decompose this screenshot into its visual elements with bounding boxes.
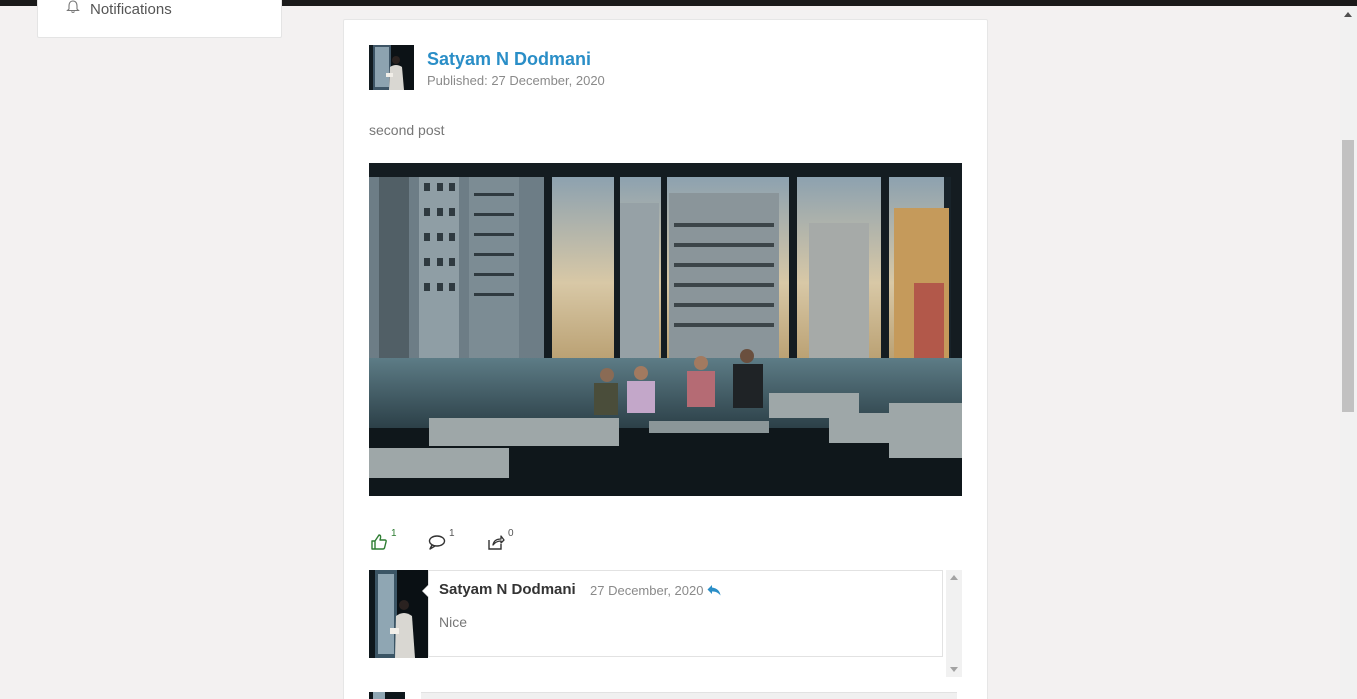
- like-count: 1: [391, 528, 397, 539]
- comment-date: 27 December, 2020: [590, 583, 704, 598]
- comment-icon: [428, 535, 446, 550]
- post-author-name[interactable]: Satyam N Dodmani: [427, 49, 591, 70]
- scroll-down-arrow-icon[interactable]: [950, 667, 958, 672]
- bell-icon: [66, 0, 80, 18]
- page-scrollbar[interactable]: [1340, 6, 1357, 699]
- comment-author-name[interactable]: Satyam N Dodmani: [439, 581, 576, 598]
- comments-scrollbar[interactable]: [946, 570, 962, 677]
- sidebar-item-label: Notifications: [90, 0, 172, 18]
- post-published-date: Published: 27 December, 2020: [427, 73, 605, 88]
- post-card: Satyam N Dodmani Published: 27 December,…: [343, 19, 988, 699]
- thumbs-up-icon: [371, 534, 387, 550]
- comment-text: Nice: [439, 614, 468, 630]
- comment-button[interactable]: 1: [427, 528, 455, 552]
- scroll-up-arrow-icon[interactable]: [950, 575, 958, 580]
- sidebar-menu: Notifications: [37, 0, 282, 38]
- comments-list[interactable]: Satyam N Dodmani 27 December, 2020 Nice: [369, 570, 962, 677]
- comment-item: Satyam N Dodmani 27 December, 2020 Nice: [369, 570, 944, 658]
- comment-author-avatar[interactable]: [369, 570, 428, 658]
- sidebar-item-notifications[interactable]: Notifications: [66, 0, 172, 18]
- reply-icon[interactable]: [706, 582, 722, 598]
- comment-input-avatar: [369, 692, 405, 699]
- share-button[interactable]: 0: [486, 528, 514, 552]
- like-button[interactable]: 1: [369, 528, 397, 552]
- page-scroll-up-icon[interactable]: [1344, 12, 1352, 17]
- post-actions: 1 1 0: [369, 528, 569, 552]
- comment-count: 1: [449, 528, 455, 539]
- page-scroll-thumb[interactable]: [1342, 140, 1354, 412]
- author-avatar[interactable]: [369, 45, 414, 90]
- share-icon: [488, 535, 505, 550]
- post-text: second post: [369, 122, 445, 138]
- comment-body: Satyam N Dodmani 27 December, 2020 Nice: [422, 570, 943, 657]
- comment-input-area[interactable]: [421, 692, 957, 699]
- share-count: 0: [508, 528, 514, 539]
- post-image[interactable]: [369, 163, 962, 496]
